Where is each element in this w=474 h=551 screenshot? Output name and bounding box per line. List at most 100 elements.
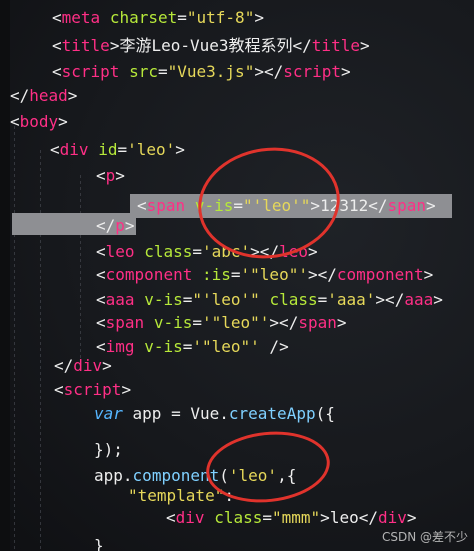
code-token: 'aaa' (327, 290, 376, 309)
code-token: span (387, 196, 427, 215)
code-token: > (320, 508, 330, 527)
code-token: "mmm" (272, 508, 321, 527)
code-token: class (269, 290, 318, 309)
code-line: <aaa v-is="'leo'" class='aaa'></aaa> (96, 290, 443, 310)
code-token: :is (201, 265, 231, 284)
code-token: charset (109, 8, 178, 27)
code-token: </ (292, 36, 312, 55)
code-token: leo (105, 242, 135, 261)
code-line: <body> (10, 112, 68, 132)
code-token: createApp (228, 404, 316, 423)
code-token: < (10, 112, 20, 131)
code-token: </ (54, 356, 74, 375)
code-token: < (52, 8, 62, 27)
code-line: <script> (54, 380, 131, 400)
code-token: span (105, 313, 145, 332)
code-token: component (105, 265, 193, 284)
indent-guide (14, 120, 15, 551)
code-token: < (137, 196, 147, 215)
code-token: class (144, 242, 193, 261)
code-token: } (94, 536, 104, 551)
code-token: < (54, 380, 64, 399)
code-token: < (96, 265, 106, 284)
code-token: . (122, 466, 133, 485)
code-line: <img v-is='"leo"' /> (96, 337, 289, 357)
code-token: > (58, 112, 68, 131)
code-token: Vue (190, 404, 220, 423)
code-token: app (94, 466, 123, 485)
watermark: CSDN @差不少 (381, 530, 468, 544)
code-token: "template" (128, 486, 225, 505)
code-token: </ (10, 86, 30, 105)
code-token: ({ (315, 404, 335, 423)
code-token: > (102, 356, 112, 375)
editor-gutter (0, 0, 10, 551)
code-token: > (67, 86, 78, 105)
code-token: 李游Leo-Vue3教程系列 (119, 36, 293, 55)
code-token: . (219, 404, 229, 423)
code-token: src (129, 62, 158, 81)
code-token: < (96, 290, 106, 309)
code-token: = (117, 140, 128, 159)
code-token: > (336, 313, 347, 332)
code-token: v-is (144, 290, 183, 309)
code-token: = (192, 313, 202, 332)
code-line: </p> (96, 216, 135, 236)
code-line: <span v-is='"leo"'></span> (96, 313, 347, 333)
code-line: var app = Vue.createApp({ (94, 404, 335, 424)
code-token: leo (329, 508, 359, 527)
code-token: div (377, 508, 407, 527)
code-token: var (94, 404, 123, 423)
code-token: < (52, 36, 62, 55)
code-token: }); (94, 440, 123, 459)
code-token: < (166, 508, 176, 527)
code-token: title (61, 36, 110, 55)
code-token: </ (358, 508, 378, 527)
code-token: class (214, 508, 263, 527)
code-token: span (146, 196, 186, 215)
code-token: head (29, 86, 68, 105)
code-line: <div class="mmm">leo</div> (166, 508, 417, 528)
code-token: id (98, 140, 118, 159)
code-token: meta (61, 8, 101, 27)
code-line: <script src="Vue3.js"></script> (52, 62, 351, 82)
code-token: > (121, 380, 132, 399)
code-token: /> (259, 337, 289, 356)
code-line: <div id='leo'> (50, 140, 185, 160)
code-token: title (311, 36, 360, 55)
code-token: > (124, 216, 135, 235)
code-token: '"leo"' (201, 313, 270, 332)
code-token: ></ (254, 62, 284, 81)
code-line: <meta charset="utf-8"> (52, 8, 264, 28)
code-token: </ (96, 216, 116, 235)
code-token: > (109, 36, 120, 55)
code-token: div (73, 356, 103, 375)
code-token: body (19, 112, 59, 131)
code-token: > (341, 62, 351, 81)
code-token: = (192, 242, 202, 261)
code-token: ></ (269, 313, 299, 332)
code-token: script (283, 62, 342, 81)
code-token: "Vue3.js" (167, 62, 255, 81)
code-token: 'leo' (127, 140, 176, 159)
code-line: } (94, 536, 104, 551)
code-token: script (63, 380, 122, 399)
code-token: v-is (144, 337, 183, 356)
code-token: aaa (105, 290, 135, 309)
code-token: '"leo"' (192, 337, 260, 356)
code-editor-photo: <meta charset="utf-8"> <title>李游Leo-Vue3教… (0, 0, 474, 551)
code-token: ></ (307, 265, 337, 284)
indent-guide (40, 150, 41, 550)
code-token: = (182, 290, 193, 309)
code-token: > (175, 140, 185, 159)
code-token: > (406, 508, 417, 527)
code-token: < (96, 166, 106, 185)
